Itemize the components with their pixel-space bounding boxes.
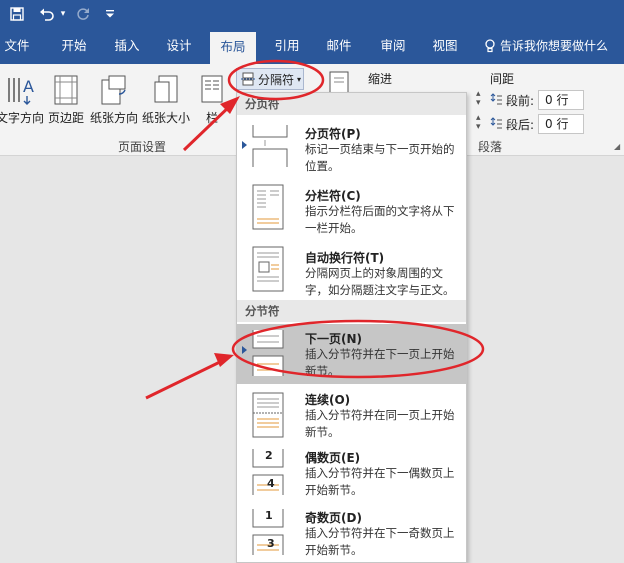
tab-insert[interactable]: 插入 bbox=[108, 28, 146, 64]
pointer-icon bbox=[242, 346, 247, 354]
menu-item-even-page[interactable]: 2 4 偶数页(E) 插入分节符并在下一偶数页上开始新节。 bbox=[237, 445, 466, 505]
pointer-icon bbox=[242, 141, 247, 149]
margins-icon bbox=[54, 75, 78, 105]
menu-item-desc: 指示分栏符后面的文字将从下一栏开始。 bbox=[305, 204, 455, 235]
breaks-menu: 分页符 分页符(P) 标记一页结束与下一页开始的位置。 分栏符(C) 指示分栏符… bbox=[236, 92, 467, 563]
breaks-icon bbox=[241, 72, 255, 86]
size-icon bbox=[154, 75, 178, 103]
text-direction-icon: A bbox=[8, 77, 34, 105]
menu-item-title: 偶数页(E) bbox=[305, 451, 361, 465]
tell-me-text: 告诉我你想要做什么 bbox=[500, 39, 609, 53]
tab-layout[interactable]: 布局 bbox=[210, 32, 256, 64]
menu-item-odd-page[interactable]: 1 3 奇数页(D) 插入分节符并在下一奇数页上开始新节。 bbox=[237, 505, 466, 563]
chevron-down-icon: ▾ bbox=[297, 74, 302, 84]
spacing-before-input[interactable]: 0 行 bbox=[538, 90, 585, 110]
menu-section-section-breaks: 分节符 bbox=[237, 300, 466, 322]
odd-icon-number-bottom: 3 bbox=[267, 537, 275, 550]
menu-item-desc: 标记一页结束与下一页开始的位置。 bbox=[305, 142, 455, 173]
tab-references[interactable]: 引用 bbox=[266, 28, 308, 64]
columns-button[interactable]: 栏 bbox=[198, 68, 226, 134]
text-direction-label: 文字方向 bbox=[0, 111, 45, 125]
breaks-label: 分隔符 bbox=[258, 72, 295, 87]
continuous-break-icon bbox=[252, 392, 284, 438]
menu-item-desc: 插入分节符并在下一偶数页上开始新节。 bbox=[305, 466, 455, 497]
menu-item-desc: 插入分节符并在下一页上开始新节。 bbox=[305, 347, 455, 378]
margins-label: 页边距 bbox=[47, 111, 84, 125]
indent-label: 缩进 bbox=[368, 72, 393, 86]
text-direction-button[interactable]: A 文字方向 bbox=[0, 68, 44, 134]
next-page-break-icon bbox=[252, 330, 284, 376]
page-break-icon bbox=[252, 125, 288, 167]
ribbon-tabs: 文件 开始 插入 设计 布局 引用 邮件 审阅 视图 告诉我你想要做什么 bbox=[0, 28, 624, 64]
odd-icon-number-top: 1 bbox=[265, 509, 273, 522]
tab-view[interactable]: 视图 bbox=[424, 28, 466, 64]
tab-review[interactable]: 审阅 bbox=[372, 28, 414, 64]
size-label: 纸张大小 bbox=[141, 111, 190, 125]
columns-label: 栏 bbox=[205, 111, 218, 125]
menu-item-continuous[interactable]: 连续(O) 插入分节符并在同一页上开始新节。 bbox=[237, 387, 466, 445]
menu-item-page-break[interactable]: 分页符(P) 标记一页结束与下一页开始的位置。 bbox=[237, 117, 466, 177]
spacing-after: 段后: 0 行 bbox=[490, 114, 600, 134]
title-bar: ▾ bbox=[0, 0, 624, 28]
spacing-after-label: 段后: bbox=[506, 117, 535, 132]
save-icon[interactable] bbox=[6, 4, 28, 24]
tab-design[interactable]: 设计 bbox=[160, 28, 198, 64]
menu-item-desc: 插入分节符并在下一奇数页上开始新节。 bbox=[305, 526, 455, 557]
menu-item-column-break[interactable]: 分栏符(C) 指示分栏符后面的文字将从下一栏开始。 bbox=[237, 179, 466, 239]
tab-file[interactable]: 文件 bbox=[0, 28, 34, 64]
column-break-icon bbox=[252, 184, 284, 230]
spacing-before: 段前: 0 行 bbox=[490, 90, 600, 110]
tab-mailings[interactable]: 邮件 bbox=[318, 28, 360, 64]
tab-home[interactable]: 开始 bbox=[55, 28, 93, 64]
paragraph-group-label: 段落 bbox=[478, 140, 503, 154]
menu-item-title: 下一页(N) bbox=[305, 332, 363, 346]
spacing-before-label: 段前: bbox=[506, 93, 535, 108]
orientation-icon bbox=[101, 75, 126, 105]
customize-qat-icon[interactable] bbox=[102, 4, 118, 24]
menu-item-desc: 分隔网页上的对象周围的文字，如分隔题注文字与正文。 bbox=[305, 266, 455, 297]
spin-arrows-icon[interactable]: ▴ ▾ bbox=[476, 90, 481, 108]
spin-arrows-icon-2[interactable]: ▴ ▾ bbox=[476, 114, 481, 132]
menu-item-text-wrapping-break[interactable]: 自动换行符(T) 分隔网页上的对象周围的文字，如分隔题注文字与正文。 bbox=[237, 241, 466, 301]
page-setup-group-label: 页面设置 bbox=[118, 140, 167, 154]
text-wrapping-break-icon bbox=[252, 246, 284, 292]
breaks-button[interactable]: 分隔符 ▾ bbox=[236, 68, 304, 90]
even-icon-number-top: 2 bbox=[265, 449, 273, 462]
lightbulb-icon bbox=[485, 39, 495, 53]
columns-icon bbox=[201, 75, 223, 103]
spacing-label: 间距 bbox=[490, 72, 515, 86]
menu-item-title: 分栏符(C) bbox=[305, 189, 361, 203]
spacing-after-icon bbox=[490, 117, 502, 129]
size-button[interactable]: 纸张大小 bbox=[140, 68, 192, 134]
redo-icon[interactable] bbox=[72, 4, 94, 24]
orientation-label: 纸张方向 bbox=[89, 111, 138, 125]
spacing-before-icon bbox=[490, 93, 502, 105]
orientation-button[interactable]: 纸张方向 bbox=[88, 68, 140, 134]
menu-item-title: 连续(O) bbox=[305, 393, 351, 407]
menu-item-title: 分页符(P) bbox=[305, 127, 361, 141]
margins-button[interactable]: 页边距 bbox=[46, 68, 86, 134]
menu-item-desc: 插入分节符并在同一页上开始新节。 bbox=[305, 408, 455, 439]
undo-icon[interactable] bbox=[36, 4, 58, 24]
menu-item-title: 自动换行符(T) bbox=[305, 251, 385, 265]
spacing-after-input[interactable]: 0 行 bbox=[538, 114, 585, 134]
tell-me-box[interactable]: 告诉我你想要做什么 bbox=[484, 28, 608, 64]
undo-dropdown-icon[interactable]: ▾ bbox=[58, 4, 68, 24]
dialog-launcher-icon[interactable]: ◢ bbox=[614, 142, 620, 151]
even-icon-number-bottom: 4 bbox=[267, 477, 275, 490]
menu-section-page-breaks: 分页符 bbox=[237, 93, 466, 115]
menu-item-title: 奇数页(D) bbox=[305, 511, 362, 525]
svg-text:A: A bbox=[23, 77, 34, 96]
menu-item-next-page[interactable]: 下一页(N) 插入分节符并在下一页上开始新节。 bbox=[237, 324, 466, 384]
